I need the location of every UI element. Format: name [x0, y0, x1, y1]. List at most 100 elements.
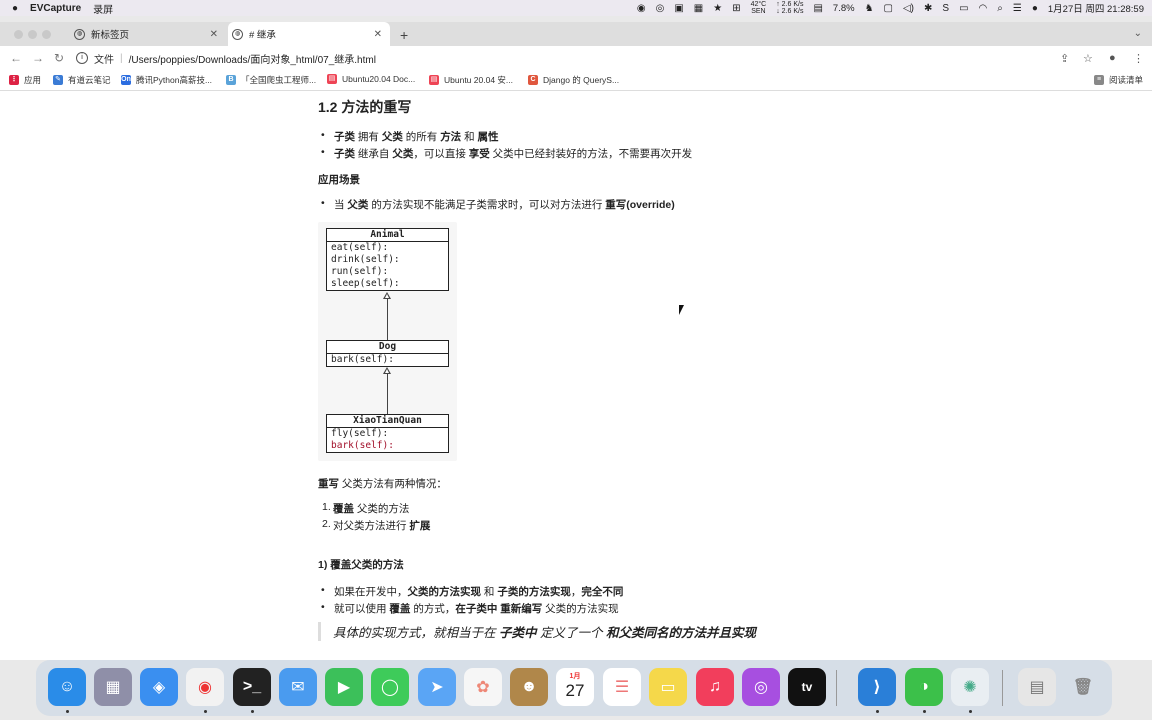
status-app-icon[interactable]: ◉	[637, 3, 646, 14]
inheritance-arrow-head	[383, 292, 391, 299]
status-icon-a[interactable]: ▣	[674, 3, 683, 14]
apple-tv-icon[interactable]: tv	[788, 668, 826, 706]
method: sleep(self):	[331, 278, 400, 289]
star-icon[interactable]: ★	[713, 3, 722, 14]
class-name: Dog	[327, 341, 448, 354]
url-text[interactable]: /Users/poppies/Downloads/面向对象_html/07_继承…	[129, 51, 376, 66]
mouse-cursor-icon	[679, 305, 684, 315]
wechat-icon[interactable]: ◑	[905, 668, 943, 706]
maps-icon[interactable]: ➤	[418, 668, 456, 706]
cpu-icon[interactable]: ▤	[813, 3, 822, 14]
minimize-window-button[interactable]	[28, 30, 37, 39]
tv-label: tv	[801, 680, 813, 694]
menu-app-name[interactable]: EVCapture	[30, 3, 81, 14]
chrome-icon[interactable]: ◉	[186, 668, 224, 706]
clock[interactable]: 1月27日 周四 21:28:59	[1048, 1, 1144, 15]
info-icon[interactable]: i	[76, 52, 88, 64]
zoom-window-button[interactable]	[42, 30, 51, 39]
bookmark-apps[interactable]: ⋮ 应用	[9, 74, 41, 86]
wifi-icon[interactable]: ◠	[979, 3, 988, 14]
bluetooth-icon[interactable]: ✱	[924, 3, 932, 14]
terminal-icon[interactable]: >_	[233, 668, 271, 706]
calendar-icon[interactable]: 1月 27	[556, 668, 594, 706]
list-item: 1. 覆盖 父类的方法	[322, 501, 410, 515]
back-button[interactable]: ←	[10, 51, 22, 65]
battery-icon[interactable]: ▭	[959, 3, 968, 14]
messages-icon[interactable]: ◯	[371, 668, 409, 706]
s-icon[interactable]: S	[942, 3, 949, 14]
evcapture-icon[interactable]: ✺	[951, 668, 989, 706]
wechat-status-icon[interactable]: ◎	[656, 3, 665, 14]
trash-icon[interactable]: 🗑	[1064, 668, 1102, 706]
class-name: XiaoTianQuan	[327, 415, 448, 428]
music-icon[interactable]: ♫	[696, 668, 734, 706]
mail-icon[interactable]: ✉	[279, 668, 317, 706]
close-window-button[interactable]	[14, 30, 23, 39]
close-icon[interactable]: ✕	[374, 29, 382, 40]
reload-button[interactable]: ↻	[54, 51, 64, 65]
tab-new-tab[interactable]: ◍ 新标签页 ✕	[70, 22, 226, 46]
control-center-icon[interactable]: ☰	[1013, 3, 1022, 14]
bookmark-star-icon[interactable]: ☆	[1083, 52, 1093, 65]
section-heading: 1.2 方法的重写	[318, 99, 412, 115]
class-name: Animal	[327, 229, 448, 242]
running-indicator	[923, 710, 926, 713]
bilibili-icon: B	[226, 75, 236, 85]
list-item: 就可以使用 覆盖 的方式，在子类中 重新编写 父类的方法实现	[321, 601, 619, 616]
url-field[interactable]: i 文件 | /Users/poppies/Downloads/面向对象_htm…	[76, 48, 1076, 68]
launchpad-icon[interactable]: ▦	[94, 668, 132, 706]
tab-search-icon[interactable]: ⌄	[1134, 28, 1142, 39]
inheritance-arrow-head	[383, 367, 391, 374]
method: drink(self):	[331, 254, 400, 265]
csdn-icon: C	[528, 75, 538, 85]
reading-list[interactable]: ≡ 阅读清单	[1094, 74, 1143, 86]
overridden-method: bark(self):	[331, 440, 394, 451]
search-icon[interactable]: ⌕	[997, 3, 1003, 14]
list-item: 2. 对父类方法进行 扩展	[322, 518, 431, 532]
scene-title: 应用场景	[318, 174, 360, 186]
safari-icon[interactable]: ◈	[140, 668, 178, 706]
globe-icon: ◍	[74, 28, 85, 40]
method: bark(self):	[331, 354, 394, 365]
photos-icon[interactable]: ✿	[464, 668, 502, 706]
menu-record[interactable]: 录屏	[93, 1, 113, 16]
forward-button[interactable]: →	[32, 51, 44, 65]
blockquote: 具体的实现方式，就相当于在 子类中 定义了一个 和父类同名的方法并且实现	[318, 622, 813, 641]
facetime-icon[interactable]: ▶	[325, 668, 363, 706]
apple-icon[interactable]: ●	[12, 3, 18, 14]
volume-icon[interactable]: ◁)	[903, 3, 914, 14]
notes-icon[interactable]: ▭	[649, 668, 687, 706]
reminders-icon[interactable]: ☰	[603, 668, 641, 706]
finder-icon[interactable]: ☺	[48, 668, 86, 706]
bookmark-ubuntu-install[interactable]: ▤ Ubuntu 20.04 安...	[429, 74, 513, 86]
vscode-icon[interactable]: ⟩	[858, 668, 896, 706]
bookmark-youdao[interactable]: ✎ 有道云笔记	[53, 74, 111, 86]
running-indicator	[251, 710, 254, 713]
running-indicator	[876, 710, 879, 713]
bookmark-ubuntu-docker[interactable]: ▤ Ubuntu20.04 Doc...	[327, 74, 415, 84]
url-separator: |	[120, 52, 123, 64]
bookmark-tencent[interactable]: On 腾讯Python高薪技...	[121, 74, 212, 86]
status-icon-b[interactable]: ▦	[694, 3, 703, 14]
siri-icon[interactable]: ●	[1032, 3, 1038, 14]
tab-inheritance[interactable]: ◍ # 继承 ✕	[228, 22, 390, 46]
downloads-stack-icon[interactable]: ▤	[1018, 668, 1056, 706]
bookmark-crawler[interactable]: B 「全国爬虫工程师...	[226, 74, 316, 86]
globe-icon: ◍	[232, 28, 243, 40]
cat-icon[interactable]: ♞	[865, 3, 874, 14]
podcasts-icon[interactable]: ◎	[742, 668, 780, 706]
new-tab-button[interactable]: +	[400, 27, 408, 43]
class-xiaotianquan: XiaoTianQuan fly(self): bark(self):	[326, 414, 449, 453]
share-icon[interactable]: ⇪	[1060, 52, 1069, 65]
method: run(self):	[331, 266, 389, 277]
running-indicator	[969, 710, 972, 713]
bookmark-django[interactable]: C Django 的 QueryS...	[528, 74, 619, 86]
bookmark-icon: ▤	[429, 75, 439, 85]
window-icon[interactable]: ▢	[884, 3, 893, 14]
close-icon[interactable]: ✕	[210, 29, 218, 40]
grid-status-icon[interactable]: ⊞	[732, 3, 740, 14]
profile-icon[interactable]: ●	[1109, 52, 1116, 64]
more-menu-icon[interactable]: ⋮	[1133, 52, 1144, 65]
contacts-icon[interactable]: ☻	[510, 668, 548, 706]
inheritance-arrow-line	[387, 299, 388, 340]
